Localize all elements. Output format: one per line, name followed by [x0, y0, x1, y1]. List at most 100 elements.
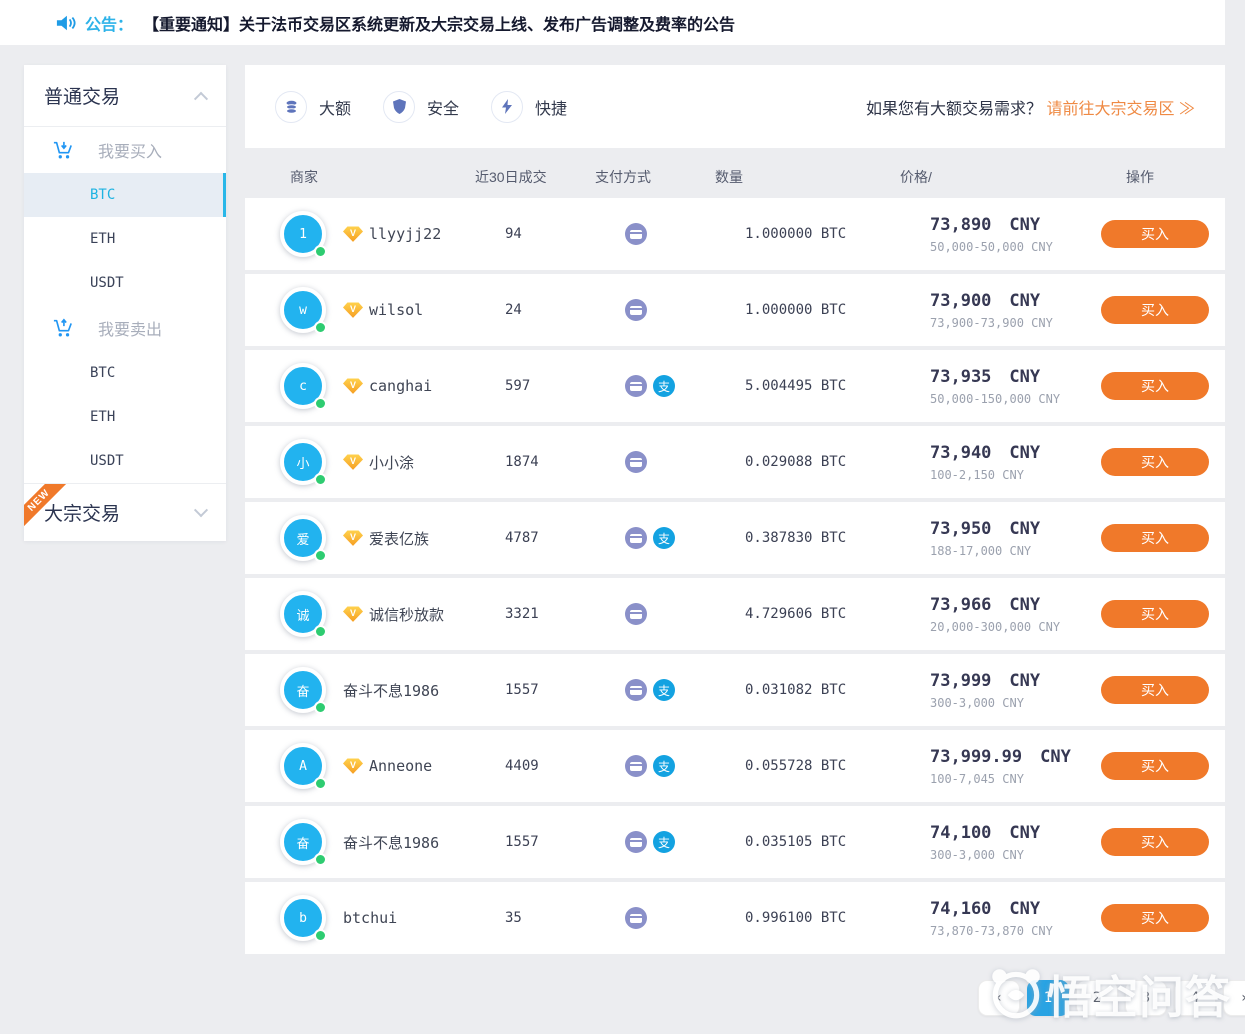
pagination-page-4[interactable]: 4: [1174, 980, 1216, 1016]
online-status-dot: [314, 397, 327, 410]
amount-value: 0.029088 BTC: [745, 454, 930, 470]
price-value: 73,890: [930, 215, 991, 235]
merchant-name[interactable]: canghai: [369, 377, 432, 395]
verified-badge: V: [343, 530, 363, 547]
buy-button[interactable]: 买入: [1101, 296, 1209, 324]
avatar[interactable]: A: [275, 738, 331, 794]
merchant-name[interactable]: wilsol: [369, 301, 423, 319]
cart-sell-icon: [52, 318, 74, 338]
merchant-name[interactable]: 奋斗不息1986: [343, 832, 439, 853]
sidebar-item-sell-btc[interactable]: BTC: [24, 351, 226, 395]
sidebar-item-buy-eth[interactable]: ETH: [24, 217, 226, 261]
merchant-name[interactable]: btchui: [343, 909, 397, 927]
alipay-icon: 支: [653, 755, 675, 777]
sidebar-section-block-trade[interactable]: NEW 大宗交易: [24, 483, 226, 541]
avatar[interactable]: b: [275, 890, 331, 946]
buy-button[interactable]: 买入: [1101, 828, 1209, 856]
pagination-page-2[interactable]: 2: [1076, 980, 1118, 1016]
merchant-list: 1 V llyyjj22 94 1.000000 BTC 73,890CNY 5…: [245, 198, 1225, 954]
price-currency: CNY: [1009, 899, 1040, 919]
price-value: 73,940: [930, 443, 991, 463]
merchant-name[interactable]: 诚信秒放款: [369, 604, 444, 625]
merchant-name[interactable]: llyyjj22: [369, 225, 441, 243]
feature-label: 安全: [427, 95, 459, 119]
sidebar-item-buy-usdt[interactable]: USDT: [24, 261, 226, 305]
sidebar-item-buy-btc[interactable]: BTC: [24, 173, 226, 217]
avatar-initial: 诚: [296, 605, 309, 624]
price-value: 74,160: [930, 899, 991, 919]
avatar-initial: 1: [299, 227, 307, 242]
online-status-dot: [314, 321, 327, 334]
coins-icon: [275, 91, 307, 123]
block-trade-link[interactable]: 请前往大宗交易区 ≫: [1047, 101, 1195, 118]
buy-button[interactable]: 买入: [1101, 448, 1209, 476]
avatar[interactable]: 奋: [275, 662, 331, 718]
speaker-icon: [55, 13, 77, 33]
sidebar-section-normal-trade[interactable]: 普通交易: [24, 65, 226, 127]
buy-button[interactable]: 买入: [1101, 372, 1209, 400]
pagination-page-1[interactable]: 1: [1027, 980, 1069, 1016]
avatar[interactable]: 爱: [275, 510, 331, 566]
sell-group-label: 我要卖出: [98, 316, 162, 340]
pagination-next-button[interactable]: ›: [1223, 980, 1245, 1016]
sidebar-item-sell-usdt[interactable]: USDT: [24, 439, 226, 483]
avatar[interactable]: 1: [275, 206, 331, 262]
header-price: 价格/: [900, 167, 1055, 187]
deals-count: 24: [505, 302, 625, 318]
amount-value: 1.000000 BTC: [745, 226, 930, 242]
table-row: w V wilsol 24 1.000000 BTC 73,900CNY 73,…: [245, 274, 1225, 346]
price-range: 300-3,000 CNY: [930, 696, 1085, 710]
announcement-text[interactable]: 【重要通知】关于法币交易区系统更新及大宗交易上线、发布广告调整及费率的公告: [143, 11, 735, 35]
merchant-name[interactable]: 爱表亿族: [369, 528, 429, 549]
price-value: 73,999: [930, 671, 991, 691]
buy-button[interactable]: 买入: [1101, 676, 1209, 704]
bankcard-icon: [625, 755, 647, 777]
feature-large-amount: 大额: [275, 91, 351, 123]
sidebar-item-sell-eth[interactable]: ETH: [24, 395, 226, 439]
payment-methods: [625, 907, 745, 929]
avatar-initial: 小: [296, 453, 309, 472]
pagination-prev-button[interactable]: ‹: [978, 980, 1020, 1016]
price-range: 50,000-50,000 CNY: [930, 240, 1085, 254]
bankcard-icon: [625, 603, 647, 625]
sidebar-group-buy[interactable]: 我要买入: [24, 127, 226, 173]
pagination: ‹ 1 2 3 4 ›: [978, 980, 1245, 1016]
sidebar-group-sell[interactable]: 我要卖出: [24, 305, 226, 351]
avatar[interactable]: 奋: [275, 814, 331, 870]
avatar[interactable]: 诚: [275, 586, 331, 642]
payment-methods: 支: [625, 755, 745, 777]
price-currency: CNY: [1009, 367, 1040, 387]
merchant-name[interactable]: Anneone: [369, 757, 432, 775]
buy-button[interactable]: 买入: [1101, 752, 1209, 780]
price-range: 20,000-300,000 CNY: [930, 620, 1085, 634]
online-status-dot: [314, 473, 327, 486]
buy-button[interactable]: 买入: [1101, 600, 1209, 628]
avatar[interactable]: w: [275, 282, 331, 338]
avatar[interactable]: c: [275, 358, 331, 414]
buy-button[interactable]: 买入: [1101, 524, 1209, 552]
price-currency: CNY: [1009, 519, 1040, 539]
avatar[interactable]: 小: [275, 434, 331, 490]
promo-question: 如果您有大额交易需求？: [866, 101, 1042, 118]
table-row: 爱 V 爱表亿族 4787 支 0.387830 BTC 73,950CNY 1…: [245, 502, 1225, 574]
block-trade-promo: 如果您有大额交易需求？ 请前往大宗交易区 ≫: [866, 95, 1195, 119]
buy-button[interactable]: 买入: [1101, 904, 1209, 932]
price-value: 74,100: [930, 823, 991, 843]
bankcard-icon: [625, 375, 647, 397]
amount-value: 1.000000 BTC: [745, 302, 930, 318]
header-amount: 数量: [715, 167, 900, 187]
merchant-name[interactable]: 小小涂: [369, 452, 414, 473]
price-currency: CNY: [1009, 443, 1040, 463]
price-range: 300-3,000 CNY: [930, 848, 1085, 862]
lightning-icon: [491, 91, 523, 123]
verified-badge: V: [343, 302, 363, 319]
payment-methods: 支: [625, 679, 745, 701]
deals-count: 597: [505, 378, 625, 394]
amount-value: 0.055728 BTC: [745, 758, 930, 774]
buy-button[interactable]: 买入: [1101, 220, 1209, 248]
bankcard-icon: [625, 223, 647, 245]
avatar-initial: b: [299, 911, 307, 926]
price-currency: CNY: [1040, 747, 1071, 767]
pagination-page-3[interactable]: 3: [1125, 980, 1167, 1016]
merchant-name[interactable]: 奋斗不息1986: [343, 680, 439, 701]
